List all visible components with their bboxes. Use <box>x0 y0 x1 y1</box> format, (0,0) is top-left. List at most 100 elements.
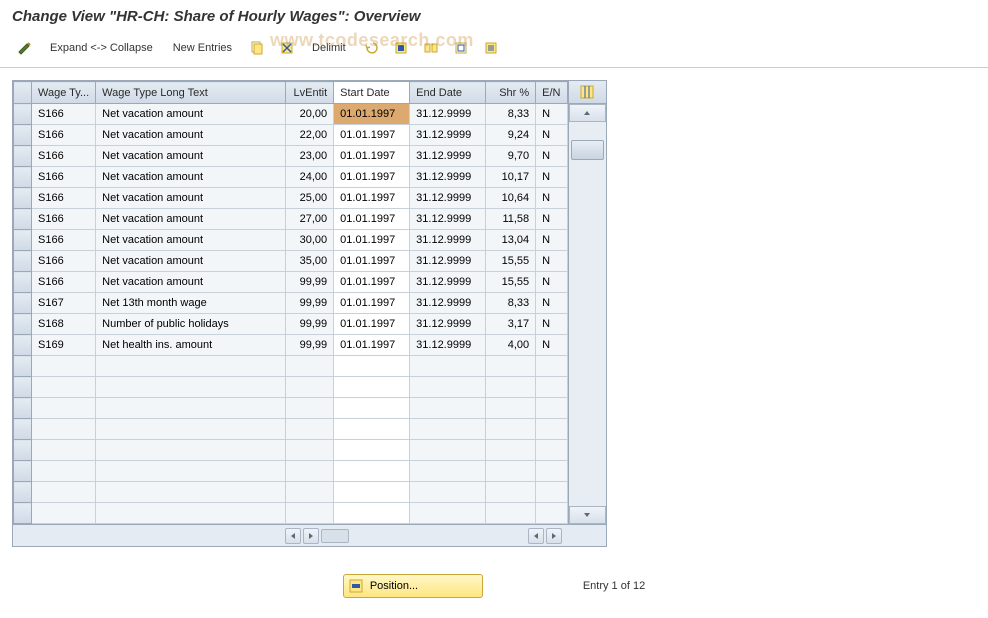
cell-end-date[interactable]: 31.12.9999 <box>410 167 486 188</box>
cell-wage-type[interactable]: S166 <box>32 272 96 293</box>
cell-long-text[interactable]: Net vacation amount <box>96 272 286 293</box>
cell-end-date[interactable]: 31.12.9999 <box>410 293 486 314</box>
cell-long-text[interactable]: Net vacation amount <box>96 251 286 272</box>
table-row-empty[interactable] <box>14 440 568 461</box>
row-selector[interactable] <box>14 419 32 440</box>
row-selector[interactable] <box>14 461 32 482</box>
delete-icon[interactable] <box>274 37 300 59</box>
cell-end-date[interactable]: 31.12.9999 <box>410 272 486 293</box>
cell-en[interactable]: N <box>536 146 567 167</box>
cell-lventit[interactable]: 99,99 <box>286 293 334 314</box>
cell-shr[interactable]: 4,00 <box>486 335 536 356</box>
row-selector-header[interactable] <box>14 82 32 104</box>
cell-start-date[interactable]: 01.01.1997 <box>334 125 410 146</box>
hscroll-left-icon[interactable] <box>285 528 301 544</box>
configure-columns-icon[interactable] <box>569 81 606 104</box>
cell-end-date[interactable]: 31.12.9999 <box>410 251 486 272</box>
cell-long-text[interactable]: Net health ins. amount <box>96 335 286 356</box>
cell-end-date[interactable]: 31.12.9999 <box>410 314 486 335</box>
table-row[interactable]: S166 Net vacation amount 24,00 01.01.199… <box>14 167 568 188</box>
cell-lventit[interactable]: 99,99 <box>286 314 334 335</box>
cell-en[interactable]: N <box>536 188 567 209</box>
cell-en[interactable]: N <box>536 209 567 230</box>
col-header-en[interactable]: E/N <box>536 82 567 104</box>
cell-end-date[interactable]: 31.12.9999 <box>410 104 486 125</box>
cell-start-date[interactable]: 01.01.1997 <box>334 230 410 251</box>
col-header-wage-type[interactable]: Wage Ty... <box>32 82 96 104</box>
cell-long-text[interactable]: Net vacation amount <box>96 167 286 188</box>
cell-lventit[interactable]: 22,00 <box>286 125 334 146</box>
col-header-lventit[interactable]: LvEntit <box>286 82 334 104</box>
table-row[interactable]: S166 Net vacation amount 35,00 01.01.199… <box>14 251 568 272</box>
vertical-scrollbar[interactable] <box>569 104 606 524</box>
cell-shr[interactable]: 11,58 <box>486 209 536 230</box>
cell-en[interactable]: N <box>536 335 567 356</box>
cell-start-date[interactable]: 01.01.1997 <box>334 188 410 209</box>
row-selector[interactable] <box>14 314 32 335</box>
deselect-all-icon[interactable] <box>448 37 474 59</box>
cell-start-date[interactable]: 01.01.1997 <box>334 335 410 356</box>
row-selector[interactable] <box>14 335 32 356</box>
cell-start-date[interactable]: 01.01.1997 <box>334 314 410 335</box>
cell-long-text[interactable]: Net vacation amount <box>96 188 286 209</box>
cell-start-date[interactable]: 01.01.1997 <box>334 272 410 293</box>
select-block-icon[interactable] <box>418 37 444 59</box>
cell-shr[interactable]: 8,33 <box>486 104 536 125</box>
hscroll2-right-icon[interactable] <box>546 528 562 544</box>
cell-shr[interactable]: 13,04 <box>486 230 536 251</box>
table-row[interactable]: S166 Net vacation amount 30,00 01.01.199… <box>14 230 568 251</box>
cell-start-date[interactable]: 01.01.1997 <box>334 104 410 125</box>
cell-en[interactable]: N <box>536 167 567 188</box>
cell-long-text[interactable]: Net vacation amount <box>96 104 286 125</box>
table-row-empty[interactable] <box>14 482 568 503</box>
row-selector[interactable] <box>14 377 32 398</box>
table-row[interactable]: S166 Net vacation amount 25,00 01.01.199… <box>14 188 568 209</box>
cell-wage-type[interactable]: S166 <box>32 230 96 251</box>
cell-wage-type[interactable]: S166 <box>32 167 96 188</box>
cell-shr[interactable]: 15,55 <box>486 251 536 272</box>
cell-wage-type[interactable]: S167 <box>32 293 96 314</box>
cell-lventit[interactable]: 25,00 <box>286 188 334 209</box>
cell-en[interactable]: N <box>536 230 567 251</box>
row-selector[interactable] <box>14 146 32 167</box>
new-entries-button[interactable]: New Entries <box>165 42 240 54</box>
table-row[interactable]: S166 Net vacation amount 27,00 01.01.199… <box>14 209 568 230</box>
cell-wage-type[interactable]: S166 <box>32 125 96 146</box>
scroll-up-icon[interactable] <box>569 104 606 122</box>
col-header-long-text[interactable]: Wage Type Long Text <box>96 82 286 104</box>
row-selector[interactable] <box>14 230 32 251</box>
cell-wage-type[interactable]: S166 <box>32 209 96 230</box>
row-selector[interactable] <box>14 293 32 314</box>
row-selector[interactable] <box>14 440 32 461</box>
cell-shr[interactable]: 10,64 <box>486 188 536 209</box>
table-row[interactable]: S166 Net vacation amount 20,00 01.01.199… <box>14 104 568 125</box>
table-row-empty[interactable] <box>14 419 568 440</box>
cell-start-date[interactable]: 01.01.1997 <box>334 293 410 314</box>
cell-lventit[interactable]: 20,00 <box>286 104 334 125</box>
cell-en[interactable]: N <box>536 272 567 293</box>
cell-wage-type[interactable]: S166 <box>32 104 96 125</box>
col-header-start-date[interactable]: Start Date <box>334 82 410 104</box>
row-selector[interactable] <box>14 125 32 146</box>
data-table[interactable]: Wage Ty... Wage Type Long Text LvEntit S… <box>13 81 568 524</box>
print-icon[interactable] <box>478 37 504 59</box>
hscroll-right-icon[interactable] <box>303 528 319 544</box>
table-row-empty[interactable] <box>14 503 568 524</box>
cell-wage-type[interactable]: S168 <box>32 314 96 335</box>
col-header-end-date[interactable]: End Date <box>410 82 486 104</box>
cell-en[interactable]: N <box>536 104 567 125</box>
cell-shr[interactable]: 9,24 <box>486 125 536 146</box>
row-selector[interactable] <box>14 398 32 419</box>
cell-shr[interactable]: 3,17 <box>486 314 536 335</box>
cell-end-date[interactable]: 31.12.9999 <box>410 125 486 146</box>
cell-shr[interactable]: 15,55 <box>486 272 536 293</box>
cell-wage-type[interactable]: S166 <box>32 251 96 272</box>
cell-en[interactable]: N <box>536 251 567 272</box>
cell-end-date[interactable]: 31.12.9999 <box>410 209 486 230</box>
toggle-display-icon[interactable] <box>12 37 38 59</box>
table-row[interactable]: S169 Net health ins. amount 99,99 01.01.… <box>14 335 568 356</box>
row-selector[interactable] <box>14 167 32 188</box>
cell-end-date[interactable]: 31.12.9999 <box>410 146 486 167</box>
cell-start-date[interactable]: 01.01.1997 <box>334 167 410 188</box>
hscroll2-left-icon[interactable] <box>528 528 544 544</box>
